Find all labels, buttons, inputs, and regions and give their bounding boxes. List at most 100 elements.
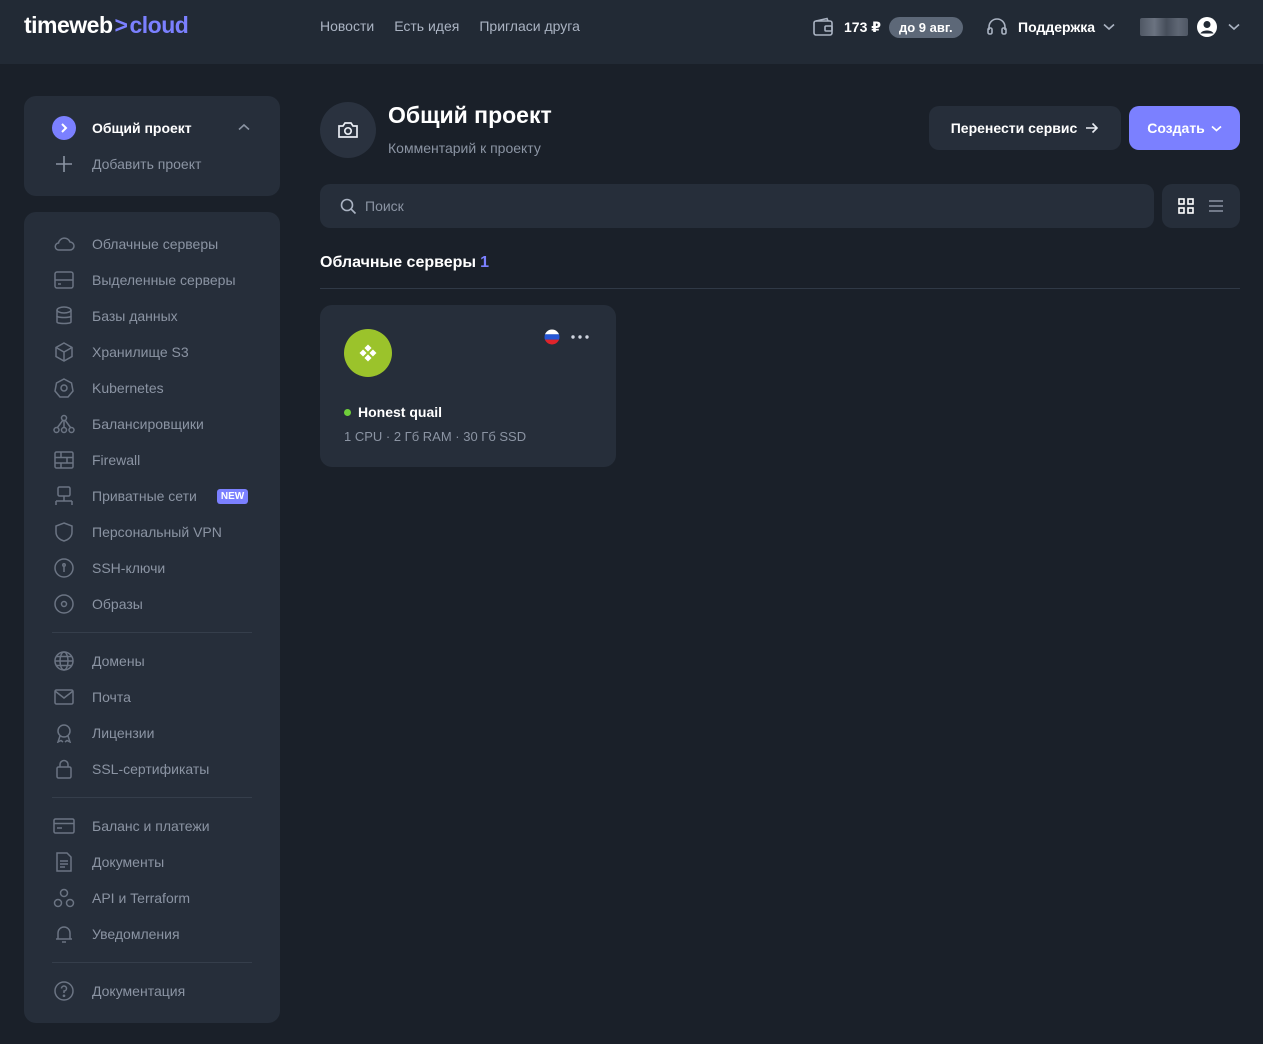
sidebar-item-notifications[interactable]: Уведомления [52, 922, 180, 946]
sidebar-item-private-networks[interactable]: Приватные сети NEW [52, 484, 249, 508]
plus-icon [52, 152, 76, 176]
page-title: Общий проект [388, 102, 552, 128]
balance-until-badge: до 9 авг. [889, 16, 963, 38]
sidebar-item-billing[interactable]: Баланс и платежи [52, 814, 210, 838]
sidebar-item-dedicated-servers[interactable]: Выделенные серверы [52, 268, 236, 292]
sidebar-item-documentation[interactable]: Документация [52, 979, 185, 1003]
sidebar-item-label: SSL-сертификаты [92, 761, 210, 777]
sidebar-item-kubernetes[interactable]: Kubernetes [52, 376, 164, 400]
project-comment[interactable]: Комментарий к проекту [388, 140, 541, 156]
key-icon [52, 556, 76, 580]
support-menu[interactable]: Поддержка [986, 14, 1115, 40]
kubernetes-icon [52, 376, 76, 400]
project-switcher: Общий проект Добавить проект [24, 96, 280, 196]
search-input[interactable] [365, 198, 1125, 214]
user-name-redacted [1140, 18, 1188, 36]
section-divider [320, 288, 1240, 289]
balancer-icon [52, 412, 76, 436]
top-nav: Новости Есть идея Пригласи друга [320, 18, 580, 34]
card-icon [52, 814, 76, 838]
sidebar-item-s3[interactable]: Хранилище S3 [52, 340, 189, 364]
sidebar-item-label: Лицензии [92, 725, 155, 741]
add-project-button[interactable]: Добавить проект [52, 152, 201, 176]
sidebar-item-api[interactable]: API и Terraform [52, 886, 190, 910]
search-icon [340, 198, 357, 215]
sidebar-item-label: Выделенные серверы [92, 272, 236, 288]
arrow-right-icon [1085, 122, 1099, 134]
sidebar-item-label: Облачные серверы [92, 236, 219, 252]
os-logo-icon [344, 329, 392, 377]
sidebar-item-label: Firewall [92, 452, 141, 468]
chevron-down-icon [1211, 125, 1222, 132]
sidebar-item-firewall[interactable]: Firewall [52, 448, 140, 472]
mail-icon [52, 685, 76, 709]
headset-icon [986, 17, 1008, 37]
shield-icon [52, 520, 76, 544]
view-toggle [1162, 184, 1240, 228]
sidebar-item-documents[interactable]: Документы [52, 850, 164, 874]
create-label: Создать [1147, 120, 1205, 136]
balance-widget[interactable]: 173 ₽ до 9 авг. [812, 14, 963, 40]
sidebar-item-domains[interactable]: Домены [52, 649, 145, 673]
balance-amount: 173 ₽ [844, 18, 881, 35]
logo-text-timeweb: timeweb [24, 12, 113, 38]
sidebar-divider [52, 962, 252, 963]
sidebar-item-balancers[interactable]: Балансировщики [52, 412, 204, 436]
more-options-icon[interactable] [570, 329, 590, 345]
section-title-label: Облачные серверы [320, 254, 477, 271]
sidebar-item-label: Образы [92, 596, 143, 612]
transfer-service-button[interactable]: Перенести сервис [929, 106, 1121, 150]
section-count: 1 [480, 254, 489, 271]
sidebar-item-label: Баланс и платежи [92, 818, 210, 834]
sidebar-item-label: Уведомления [92, 926, 180, 942]
sidebar-nav: Облачные серверы Выделенные серверы Базы… [24, 212, 280, 1023]
disc-icon [52, 592, 76, 616]
sidebar-item-images[interactable]: Образы [52, 592, 143, 616]
project-current[interactable]: Общий проект [52, 116, 192, 140]
nav-link-invite[interactable]: Пригласи друга [479, 18, 580, 34]
nav-link-news[interactable]: Новости [320, 18, 374, 34]
sidebar-item-label: Балансировщики [92, 416, 204, 432]
cube-icon [52, 340, 76, 364]
server-name-row: Honest quail [344, 404, 442, 420]
server-name[interactable]: Honest quail [358, 404, 442, 420]
bell-icon [52, 922, 76, 946]
sidebar-item-label: Почта [92, 689, 131, 705]
sidebar-item-label: Домены [92, 653, 145, 669]
project-current-label: Общий проект [92, 120, 192, 136]
support-label: Поддержка [1018, 19, 1096, 35]
sidebar-item-ssl[interactable]: SSL-сертификаты [52, 757, 209, 781]
sidebar-item-label: Документы [92, 854, 165, 870]
sidebar-item-cloud-servers[interactable]: Облачные серверы [52, 232, 218, 256]
create-button[interactable]: Создать [1129, 106, 1240, 150]
add-project-label: Добавить проект [92, 156, 202, 172]
new-badge: NEW [216, 488, 249, 504]
network-icon [52, 484, 76, 508]
license-icon [52, 721, 76, 745]
api-icon [52, 886, 76, 910]
cloud-icon [52, 232, 76, 256]
chevron-up-icon[interactable] [238, 123, 250, 131]
sidebar-item-label: Персональный VPN [92, 524, 222, 540]
sidebar-item-ssh-keys[interactable]: SSH-ключи [52, 556, 165, 580]
logo[interactable]: timeweb > cloud [24, 12, 189, 39]
list-view-icon[interactable] [1208, 199, 1224, 213]
server-rack-icon [52, 268, 76, 292]
server-card[interactable]: Honest quail 1 CPU · 2 Гб RAM · 30 Гб SS… [320, 305, 616, 467]
logo-arrow: > [114, 12, 128, 38]
sidebar-item-label: SSH-ключи [92, 560, 166, 576]
nav-link-idea[interactable]: Есть идея [394, 18, 459, 34]
sidebar-item-label: Хранилище S3 [92, 344, 189, 360]
chevron-down-icon [1103, 23, 1115, 31]
server-specs: 1 CPU · 2 Гб RAM · 30 Гб SSD [344, 429, 527, 444]
user-menu[interactable] [1140, 14, 1240, 40]
sidebar-item-licenses[interactable]: Лицензии [52, 721, 154, 745]
grid-view-icon[interactable] [1178, 198, 1194, 214]
sidebar-item-mail[interactable]: Почта [52, 685, 131, 709]
section-title: Облачные серверы 1 [320, 254, 489, 272]
sidebar-item-label: Базы данных [92, 308, 178, 324]
project-avatar-upload[interactable] [320, 102, 376, 158]
document-icon [52, 850, 76, 874]
sidebar-item-databases[interactable]: Базы данных [52, 304, 178, 328]
sidebar-item-vpn[interactable]: Персональный VPN [52, 520, 222, 544]
